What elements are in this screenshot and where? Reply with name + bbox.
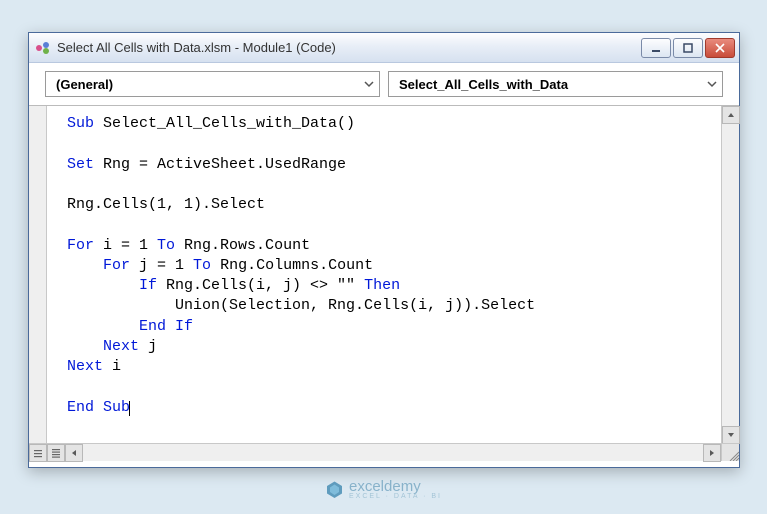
procedure-dropdown[interactable]: Select_All_Cells_with_Data	[388, 71, 723, 97]
dropdown-row: (General) Select_All_Cells_with_Data	[29, 63, 739, 105]
scroll-left-arrow-icon[interactable]	[65, 444, 83, 462]
watermark-tagline: EXCEL · DATA · BI	[349, 493, 442, 500]
code-window: Select All Cells with Data.xlsm - Module…	[28, 32, 740, 468]
scroll-down-arrow-icon[interactable]	[722, 426, 740, 444]
watermark: exceldemy EXCEL · DATA · BI	[325, 478, 442, 500]
code-editor[interactable]: Sub Select_All_Cells_with_Data() Set Rng…	[47, 106, 721, 443]
scroll-up-arrow-icon[interactable]	[722, 106, 740, 124]
procedure-dropdown-label: Select_All_Cells_with_Data	[399, 77, 568, 92]
vertical-scrollbar[interactable]	[721, 106, 739, 444]
chevron-down-icon	[363, 78, 375, 90]
titlebar: Select All Cells with Data.xlsm - Module…	[29, 33, 739, 63]
chevron-down-icon	[706, 78, 718, 90]
resize-corner[interactable]	[721, 444, 739, 461]
app-icon	[35, 40, 51, 56]
scrollbar-track[interactable]	[722, 124, 739, 426]
object-dropdown-label: (General)	[56, 77, 113, 92]
scroll-right-arrow-icon[interactable]	[703, 444, 721, 462]
full-module-view-button[interactable]	[47, 444, 65, 462]
watermark-brand: exceldemy	[349, 478, 442, 495]
horizontal-scrollbar[interactable]	[29, 443, 739, 461]
maximize-button[interactable]	[673, 38, 703, 58]
scrollbar-track[interactable]	[83, 444, 703, 461]
window-title: Select All Cells with Data.xlsm - Module…	[57, 40, 641, 55]
object-dropdown[interactable]: (General)	[45, 71, 380, 97]
close-button[interactable]	[705, 38, 735, 58]
procedure-view-button[interactable]	[29, 444, 47, 462]
text-cursor	[129, 401, 130, 416]
code-area-wrap: Sub Select_All_Cells_with_Data() Set Rng…	[29, 105, 739, 461]
minimize-button[interactable]	[641, 38, 671, 58]
margin-indicator-bar	[29, 106, 47, 444]
watermark-logo-icon	[325, 480, 343, 498]
window-buttons	[641, 38, 735, 58]
